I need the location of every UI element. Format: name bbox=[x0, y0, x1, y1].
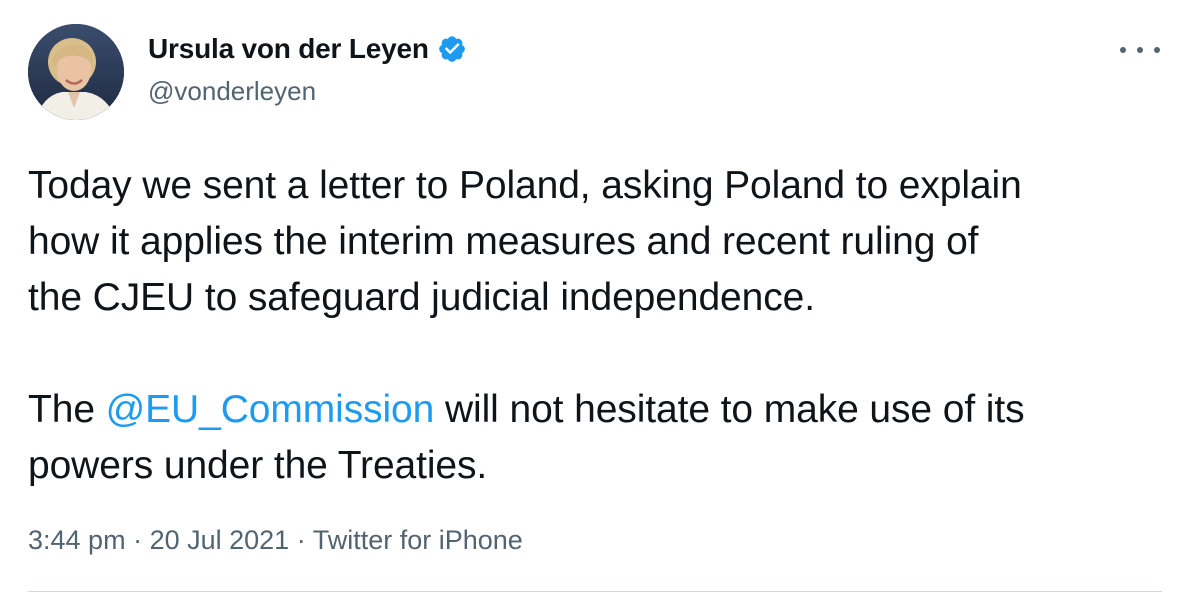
divider bbox=[28, 591, 1162, 592]
separator: · bbox=[289, 525, 313, 555]
text-segment: The bbox=[28, 388, 106, 431]
tweet-line: the CJEU to safeguard judicial independe… bbox=[28, 276, 815, 319]
display-name[interactable]: Ursula von der Leyen bbox=[148, 35, 429, 63]
timestamp-time[interactable]: 3:44 pm bbox=[28, 525, 126, 555]
tweet-line: Today we sent a letter to Poland, asking… bbox=[28, 164, 1022, 207]
verified-badge-icon bbox=[437, 34, 467, 64]
tweet-line: The @EU_Commission will not hesitate to … bbox=[28, 382, 1168, 438]
tweet-line: how it applies the interim measures and … bbox=[28, 220, 979, 263]
tweet-line: powers under the Treaties. bbox=[28, 444, 488, 487]
timestamp-date[interactable]: 20 Jul 2021 bbox=[150, 525, 290, 555]
tweet-meta: 3:44 pm · 20 Jul 2021 · Twitter for iPho… bbox=[28, 524, 523, 556]
separator: · bbox=[125, 525, 150, 555]
mention-link[interactable]: @EU_Commission bbox=[106, 388, 435, 431]
handle[interactable]: @vonderleyen bbox=[148, 77, 316, 106]
profile-photo bbox=[28, 24, 124, 120]
author-row: Ursula von der Leyen bbox=[148, 34, 467, 64]
source-link[interactable]: Twitter for iPhone bbox=[313, 525, 523, 555]
tweet-text: Today we sent a letter to Poland, asking… bbox=[28, 158, 1168, 494]
more-horizontal-icon[interactable] bbox=[1120, 40, 1160, 60]
tweet-card: Ursula von der Leyen @vonderleyen Today … bbox=[0, 0, 1190, 594]
text-segment: will not hesitate to make use of its bbox=[434, 388, 1025, 431]
avatar[interactable] bbox=[28, 24, 124, 120]
